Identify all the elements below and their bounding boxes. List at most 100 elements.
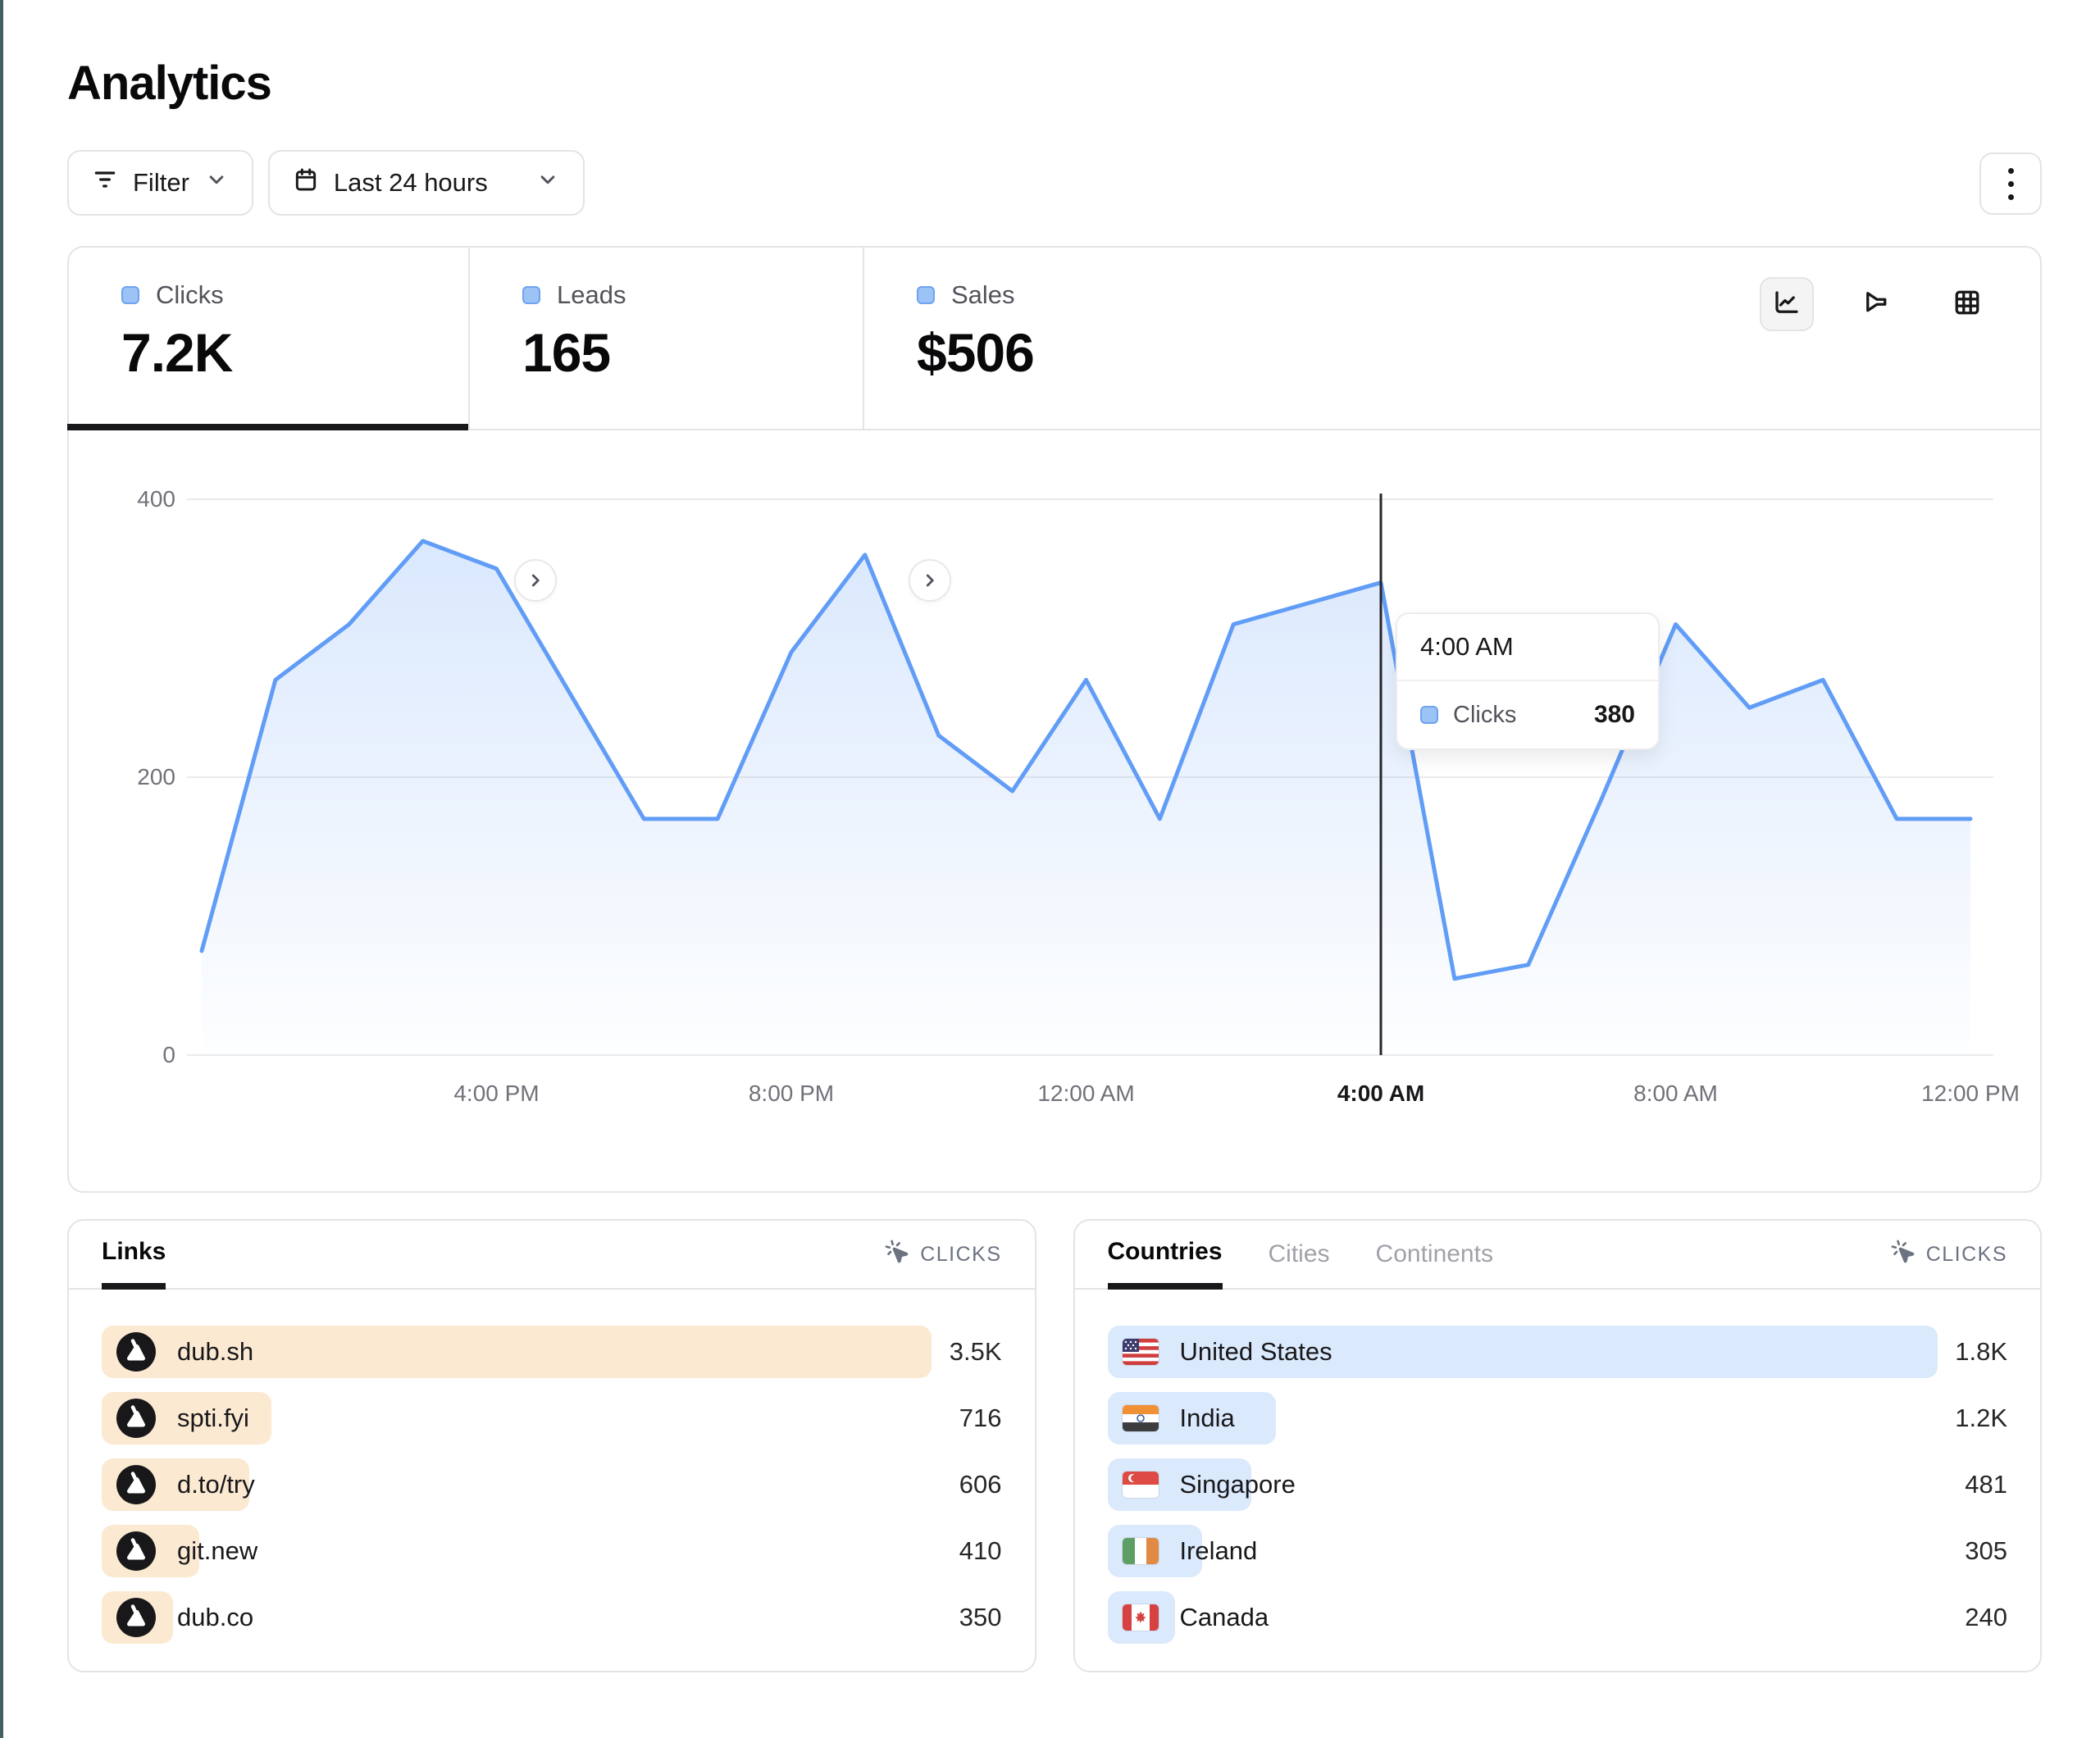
clicks-count: 3.5K — [950, 1326, 1002, 1378]
tooltip-time: 4:00 AM — [1397, 614, 1658, 681]
country-label: United States — [1180, 1337, 1332, 1367]
sales-legend-swatch — [917, 286, 935, 304]
chevron-down-icon — [535, 167, 560, 198]
clicks-count: 410 — [959, 1525, 1002, 1577]
x-axis-tick: 4:00 AM — [1337, 1081, 1424, 1106]
flag-ie-icon — [1123, 1538, 1159, 1564]
dub-logo-icon — [116, 1465, 156, 1504]
clicks-count: 240 — [1965, 1591, 2007, 1644]
country-row[interactable]: Ireland 305 — [1108, 1525, 2008, 1577]
filter-button-label: Filter — [133, 168, 189, 198]
clicks-count: 606 — [959, 1458, 1002, 1511]
clicks-chart[interactable]: 02004004:00 PM8:00 PM12:00 AM4:00 AM8:00… — [69, 430, 2040, 1190]
dub-logo-icon — [116, 1332, 156, 1372]
tab-leads[interactable]: Leads 165 — [468, 248, 863, 429]
y-axis-tick: 0 — [162, 1042, 175, 1067]
y-axis-tick: 400 — [137, 486, 175, 512]
links-panel: Links CLICKS dub.sh 3.5K spti.fyi 716 — [67, 1219, 1036, 1672]
link-label: d.to/try — [177, 1470, 255, 1499]
filter-icon — [92, 166, 118, 199]
sales-label: Sales — [951, 280, 1015, 310]
dub-logo-icon — [116, 1598, 156, 1637]
table-view-button[interactable] — [1940, 277, 1994, 331]
x-axis-tick: 8:00 PM — [749, 1081, 834, 1106]
flag-in-icon — [1123, 1405, 1159, 1431]
clicks-count: 716 — [959, 1392, 1002, 1445]
line-chart-view-button[interactable] — [1760, 277, 1814, 331]
link-row[interactable]: spti.fyi 716 — [102, 1392, 1002, 1445]
kebab-vertical-icon — [2008, 168, 2014, 174]
link-row[interactable]: d.to/try 606 — [102, 1458, 1002, 1511]
tab-sales[interactable]: Sales $506 — [863, 248, 2040, 429]
countries-panel: Countries Cities Continents CLICKS — [1073, 1219, 2043, 1672]
clicks-count: 1.2K — [1955, 1392, 2007, 1445]
funnel-icon — [1862, 288, 1892, 321]
dub-logo-icon — [116, 1332, 156, 1372]
links-sort-header[interactable]: CLICKS — [884, 1221, 1001, 1288]
page-title: Analytics — [67, 56, 2042, 111]
country-row[interactable]: United States 1.8K — [1108, 1326, 2008, 1378]
mouse-pointer-click-icon — [884, 1239, 910, 1271]
funnel-view-button[interactable] — [1850, 277, 1904, 331]
toolbar: Filter Last 24 hours — [67, 150, 2042, 216]
country-label: Ireland — [1180, 1536, 1258, 1566]
dub-logo-icon — [116, 1598, 156, 1637]
link-row[interactable]: dub.sh 3.5K — [102, 1326, 1002, 1378]
flag-sg-icon — [1123, 1472, 1159, 1498]
clicks-count: 305 — [1965, 1525, 2007, 1577]
leads-value: 165 — [522, 321, 863, 384]
country-row[interactable]: Canada 240 — [1108, 1591, 2008, 1644]
dub-logo-icon — [116, 1399, 156, 1438]
link-row[interactable]: git.new 410 — [102, 1525, 1002, 1577]
date-range-button[interactable]: Last 24 hours — [268, 150, 585, 216]
expand-clicks-button[interactable] — [514, 559, 557, 602]
area-fill — [202, 541, 1970, 1055]
clicks-count: 350 — [959, 1591, 1002, 1644]
grid-icon — [1952, 288, 1982, 321]
tab-clicks[interactable]: Clicks 7.2K — [69, 248, 468, 429]
tooltip-series-label: Clicks — [1453, 702, 1579, 729]
dub-logo-icon — [116, 1531, 156, 1571]
link-label: dub.sh — [177, 1337, 253, 1367]
clicks-label: Clicks — [156, 280, 224, 310]
clicks-value: 7.2K — [121, 321, 468, 384]
flag-us-icon — [1123, 1339, 1159, 1365]
tooltip-legend-swatch — [1420, 706, 1438, 724]
flag-ie-icon — [1123, 1538, 1159, 1564]
flag-sg-icon — [1123, 1472, 1159, 1498]
country-row[interactable]: India1.2K — [1108, 1392, 2008, 1445]
x-axis-tick: 12:00 PM — [1921, 1081, 2020, 1106]
flag-ca-icon — [1123, 1604, 1159, 1631]
dub-logo-icon — [116, 1465, 156, 1504]
clicks-count: 481 — [1965, 1458, 2007, 1511]
link-label: git.new — [177, 1536, 257, 1566]
countries-list: United States 1.8K India1.2K Singapore 481… — [1108, 1326, 2008, 1658]
dub-logo-icon — [116, 1399, 156, 1438]
country-row[interactable]: Singapore 481 — [1108, 1458, 2008, 1511]
country-label: Canada — [1180, 1603, 1269, 1632]
expand-leads-button[interactable] — [909, 559, 951, 602]
leads-label: Leads — [557, 280, 626, 310]
more-options-button[interactable] — [1979, 152, 2042, 215]
link-label: spti.fyi — [177, 1404, 249, 1433]
link-row[interactable]: dub.co 350 — [102, 1591, 1002, 1644]
flag-in-icon — [1123, 1405, 1159, 1431]
tab-cities[interactable]: Cities — [1269, 1221, 1330, 1288]
filter-button[interactable]: Filter — [67, 150, 253, 216]
links-list: dub.sh 3.5K spti.fyi 716 d.to/try 606 git.n… — [102, 1326, 1002, 1658]
tab-links[interactable]: Links — [102, 1221, 166, 1290]
area-chart-canvas[interactable]: 02004004:00 PM8:00 PM12:00 AM4:00 AM8:00… — [69, 430, 2040, 1190]
dub-logo-icon — [116, 1531, 156, 1571]
countries-sort-header[interactable]: CLICKS — [1890, 1221, 2007, 1288]
country-label: Singapore — [1180, 1470, 1296, 1499]
tab-countries[interactable]: Countries — [1108, 1221, 1223, 1290]
link-label: dub.co — [177, 1603, 253, 1632]
x-axis-tick: 12:00 AM — [1037, 1081, 1134, 1106]
chevron-down-icon — [204, 167, 229, 198]
metric-tabs: Clicks 7.2K Leads 165 Sales $506 — [69, 248, 2040, 430]
clicks-legend-swatch — [121, 286, 139, 304]
window-edge-accent — [0, 0, 3, 1738]
clicks-count: 1.8K — [1955, 1326, 2007, 1378]
analytics-card: Clicks 7.2K Leads 165 Sales $506 — [67, 246, 2042, 1193]
tab-continents[interactable]: Continents — [1376, 1221, 1493, 1288]
